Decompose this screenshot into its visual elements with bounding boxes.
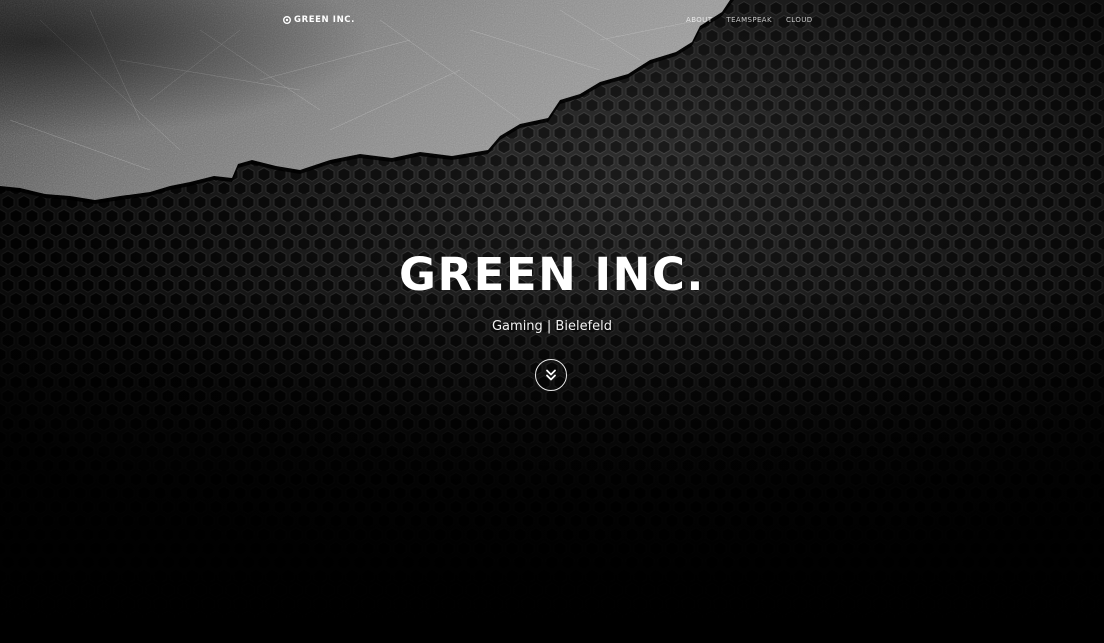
hero-title: GREEN INC. [399, 248, 705, 301]
hero-section: GREEN INC. Gaming | Bielefeld [0, 0, 1104, 643]
landing-page: GREEN INC. About Teamspeak Cloud GREEN I… [0, 0, 1104, 643]
double-chevron-down-icon [546, 369, 556, 381]
hero-subtitle: Gaming | Bielefeld [491, 319, 613, 334]
scroll-down-button[interactable] [535, 359, 567, 391]
